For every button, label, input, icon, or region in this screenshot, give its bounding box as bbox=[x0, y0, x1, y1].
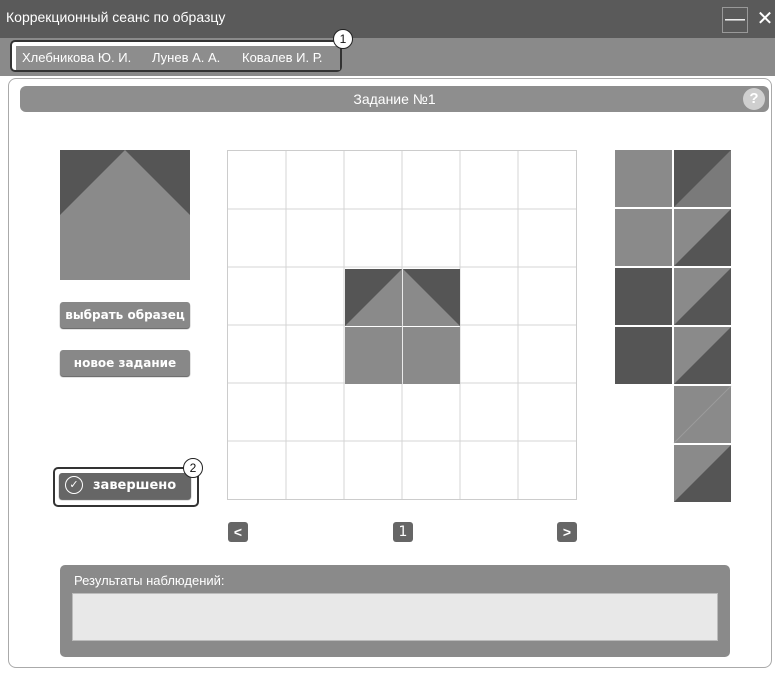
palette-tile-diag-5[interactable] bbox=[673, 385, 732, 444]
close-button[interactable]: ✕ bbox=[752, 6, 775, 32]
palette-tile-dark[interactable] bbox=[615, 268, 672, 325]
tile-palette bbox=[615, 150, 733, 502]
prev-page-button[interactable]: < bbox=[228, 522, 248, 542]
results-panel: Результаты наблюдений: bbox=[60, 565, 730, 657]
palette-tile-light[interactable] bbox=[615, 150, 672, 207]
results-input[interactable] bbox=[72, 593, 718, 641]
done-button[interactable]: ✓ завершено bbox=[59, 473, 191, 499]
tabs-highlight-frame: Хлебникова Ю. И. Лунев А. А. Ковалев И. … bbox=[10, 40, 342, 72]
done-label: завершено bbox=[93, 478, 177, 493]
callout-1: 1 bbox=[333, 29, 353, 49]
title-bar: Коррекционный сеанс по образцу — ✕ bbox=[0, 0, 775, 38]
palette-tile-dark-2[interactable] bbox=[615, 327, 672, 384]
palette-tile-light-2[interactable] bbox=[615, 209, 672, 266]
palette-tile-diag-4[interactable] bbox=[674, 327, 731, 384]
tab-kovalev[interactable]: Ковалев И. Р. bbox=[236, 46, 340, 70]
task-header: Задание №1 ? bbox=[20, 86, 769, 112]
placed-tile-r4c4[interactable] bbox=[403, 327, 460, 384]
minimize-button[interactable]: — bbox=[722, 7, 748, 33]
task-title: Задание №1 bbox=[353, 91, 436, 107]
window-title: Коррекционный сеанс по образцу bbox=[6, 9, 226, 25]
palette-canvas bbox=[615, 150, 732, 502]
next-page-button[interactable]: > bbox=[557, 522, 577, 542]
check-circle-icon: ✓ bbox=[65, 476, 83, 494]
pick-sample-button[interactable]: выбрать образец bbox=[60, 302, 190, 328]
work-grid[interactable] bbox=[227, 150, 577, 500]
sample-preview bbox=[60, 150, 190, 280]
callout-2: 2 bbox=[183, 458, 203, 478]
sample-pattern-icon bbox=[60, 150, 190, 280]
placed-tile-r4c3[interactable] bbox=[345, 327, 402, 384]
tabs-bar: Хлебникова Ю. И. Лунев А. А. Ковалев И. … bbox=[0, 29, 775, 76]
page-number: 1 bbox=[393, 522, 413, 542]
palette-tile-diag-6[interactable] bbox=[674, 445, 731, 502]
tab-khlebnikova[interactable]: Хлебникова Ю. И. bbox=[16, 46, 152, 70]
new-task-button[interactable]: новое задание bbox=[60, 350, 190, 376]
help-icon[interactable]: ? bbox=[743, 88, 765, 110]
results-label: Результаты наблюдений: bbox=[74, 573, 225, 588]
palette-tile-diag-1[interactable] bbox=[674, 150, 731, 207]
palette-tile-diag-2[interactable] bbox=[674, 209, 731, 266]
placed-tile-r3c3[interactable] bbox=[345, 269, 402, 326]
palette-tile-diag-3[interactable] bbox=[674, 268, 731, 325]
grid-canvas bbox=[228, 151, 576, 499]
placed-tile-r3c4[interactable] bbox=[403, 269, 460, 326]
tab-lunev[interactable]: Лунев А. А. bbox=[146, 46, 242, 70]
